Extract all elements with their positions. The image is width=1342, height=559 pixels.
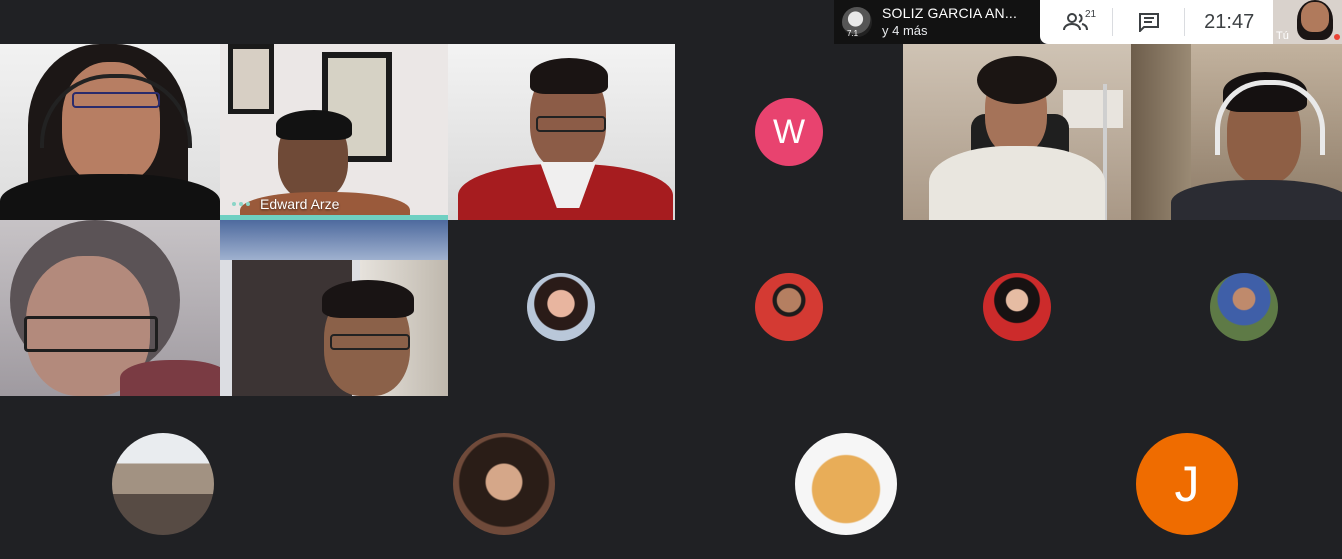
meeting-clock: 21:47 xyxy=(1204,10,1255,33)
wall-frame xyxy=(228,44,274,114)
participants-button[interactable]: 21 xyxy=(1040,0,1112,44)
self-face xyxy=(1301,2,1329,32)
meeting-controls: 21 21:47 xyxy=(1040,0,1273,44)
torso xyxy=(1171,180,1342,220)
chat-button[interactable] xyxy=(1113,0,1185,44)
hair xyxy=(276,110,352,140)
participant-label: Edward Arze xyxy=(232,196,339,212)
headphones xyxy=(1215,80,1325,155)
chat-icon xyxy=(1138,13,1159,32)
avatar-participant-outdoor[interactable] xyxy=(112,433,214,535)
torso xyxy=(0,174,220,220)
video-tile-man-white-shirt[interactable] xyxy=(903,44,1131,220)
avatar-letter: W xyxy=(772,112,806,151)
glasses xyxy=(24,316,158,352)
video-tile-man-window[interactable] xyxy=(220,220,448,396)
presenter-sub: y 4 más xyxy=(882,23,928,38)
ceiling xyxy=(220,220,448,260)
hair xyxy=(977,56,1057,104)
hair xyxy=(530,58,608,94)
tile-avatar-w[interactable]: W xyxy=(675,44,903,220)
presenter-name: SOLIZ GARCIA AN... xyxy=(882,5,1018,21)
video-tile-man-headphones[interactable] xyxy=(1131,44,1342,220)
video-tile-man-red-shirt[interactable] xyxy=(448,44,675,220)
presenter-badge: 7.1 xyxy=(847,29,859,38)
avatar-participant-long-hair[interactable] xyxy=(453,433,555,535)
avatar-w: W xyxy=(755,98,823,166)
self-view-tile[interactable]: Tú xyxy=(1273,0,1342,44)
avatar-letter: J xyxy=(1174,456,1200,512)
video-tile-woman-glasses[interactable] xyxy=(0,220,220,396)
hair xyxy=(322,280,414,318)
self-label: Tú xyxy=(1276,30,1289,42)
glasses xyxy=(536,116,606,132)
avatar-participant-woman-red[interactable] xyxy=(983,273,1051,341)
presenter-avatar: 7.1 xyxy=(842,7,872,38)
avatar-participant-man-tie[interactable] xyxy=(1210,273,1278,341)
glasses xyxy=(330,334,410,350)
avatar-participant-man-suit[interactable] xyxy=(755,273,823,341)
video-tile-edward-arze[interactable]: Edward Arze xyxy=(220,44,448,220)
mic-muted-indicator xyxy=(1334,34,1340,40)
participant-name: Edward Arze xyxy=(260,196,340,212)
avatar-participant-woman[interactable] xyxy=(527,273,595,341)
avatar-j[interactable]: J xyxy=(1136,433,1238,535)
video-tile-woman-headset[interactable] xyxy=(0,44,220,220)
torso xyxy=(929,146,1105,220)
torso xyxy=(120,360,220,396)
participants-count: 21 xyxy=(1085,9,1097,20)
speaking-indicator-icon xyxy=(232,202,250,206)
presenter-chip[interactable]: 7.1 SOLIZ GARCIA AN... y 4 más xyxy=(834,0,1040,44)
ladder xyxy=(1103,84,1131,220)
avatar-participant-doge[interactable] xyxy=(795,433,897,535)
